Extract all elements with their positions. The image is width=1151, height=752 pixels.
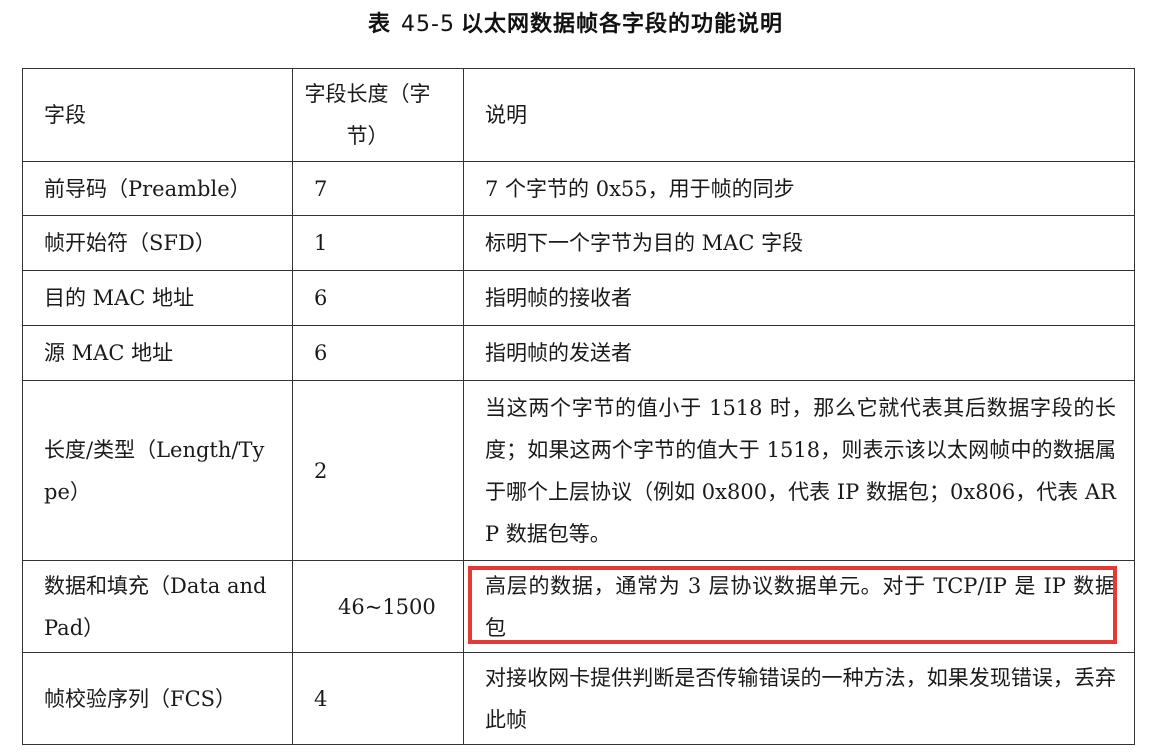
field-cell: 目的 MAC 地址 — [22, 270, 293, 326]
table-row: 帧校验序列（FCS） 4 对接收网卡提供判断是否传输错误的一种方法，如果发现错误… — [22, 652, 1135, 745]
table-caption: 表 45-5 以太网数据帧各字段的功能说明 — [0, 8, 1151, 42]
table-row: 帧开始符（SFD） 1 标明下一个字节为目的 MAC 字段 — [22, 215, 1135, 271]
length-cell: 46~1500 — [292, 560, 464, 653]
description-cell: 指明帧的发送者 — [463, 325, 1135, 381]
field-cell: 数据和填充（Data and Pad） — [22, 560, 293, 653]
description-text: 当这两个字节的值小于 1518 时，那么它就代表其后数据字段的长度；如果这两个字… — [485, 395, 1116, 546]
length-text: 46~1500 — [338, 594, 436, 619]
description-cell: 对接收网卡提供判断是否传输错误的一种方法，如果发现错误，丢弃此帧 — [463, 652, 1135, 745]
header-field: 字段 — [22, 68, 293, 162]
description-cell: 7 个字节的 0x55，用于帧的同步 — [463, 161, 1135, 216]
field-cell: 前导码（Preamble） — [22, 161, 293, 216]
header-description: 说明 — [463, 68, 1135, 162]
ethernet-frame-table: 字段 字段长度（字节） 说明 前导码（Preamble） 7 7 个字节的 0x… — [22, 68, 1135, 745]
length-cell: 4 — [292, 652, 464, 745]
caption-number: 45-5 — [401, 12, 455, 37]
table-row: 源 MAC 地址 6 指明帧的发送者 — [22, 325, 1135, 381]
table-row: 数据和填充（Data and Pad） 46~1500 高层的数据，通常为 3 … — [22, 560, 1135, 653]
table-row: 目的 MAC 地址 6 指明帧的接收者 — [22, 270, 1135, 326]
length-cell: 7 — [292, 161, 464, 216]
table-row: 长度/类型（Length/Type） 2 当这两个字节的值小于 1518 时，那… — [22, 380, 1135, 561]
description-cell: 高层的数据，通常为 3 层协议数据单元。对于 TCP/IP 是 IP 数据包 — [463, 560, 1135, 653]
caption-prefix: 表 — [368, 12, 392, 37]
header-row: 字段 字段长度（字节） 说明 — [22, 68, 1135, 162]
field-cell: 源 MAC 地址 — [22, 325, 293, 381]
length-cell: 6 — [292, 270, 464, 326]
field-cell: 帧开始符（SFD） — [22, 215, 293, 271]
field-cell: 长度/类型（Length/Type） — [22, 380, 293, 561]
field-cell: 帧校验序列（FCS） — [22, 652, 293, 745]
table-row: 前导码（Preamble） 7 7 个字节的 0x55，用于帧的同步 — [22, 161, 1135, 216]
header-length-text: 字段长度（字节） — [304, 82, 431, 148]
header-length: 字段长度（字节） — [292, 68, 464, 162]
length-cell: 6 — [292, 325, 464, 381]
description-text: 对接收网卡提供判断是否传输错误的一种方法，如果发现错误，丢弃此帧 — [485, 665, 1116, 732]
length-cell: 1 — [292, 215, 464, 271]
caption-title: 以太网数据帧各字段的功能说明 — [460, 12, 783, 37]
description-cell: 标明下一个字节为目的 MAC 字段 — [463, 215, 1135, 271]
description-cell: 当这两个字节的值小于 1518 时，那么它就代表其后数据字段的长度；如果这两个字… — [463, 380, 1135, 561]
length-cell: 2 — [292, 380, 464, 561]
description-text: 高层的数据，通常为 3 层协议数据单元。对于 TCP/IP 是 IP 数据包 — [485, 573, 1116, 640]
description-cell: 指明帧的接收者 — [463, 270, 1135, 326]
